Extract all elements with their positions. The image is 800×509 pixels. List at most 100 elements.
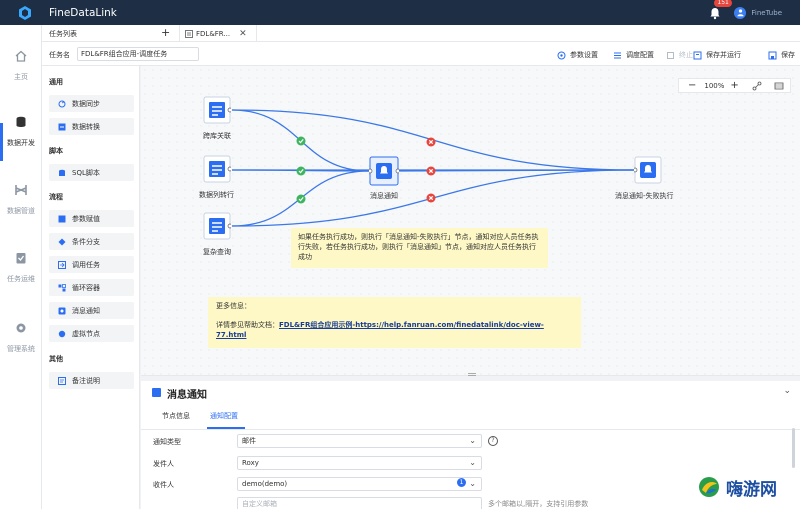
save-label: 保存 [781,51,795,59]
note-more-info[interactable]: 更多信息： 详情参见帮助文档：FDL&FR组合应用示例-https://help… [208,297,581,348]
palette-label-message-notify: 消息通知 [72,306,100,315]
branch-icon [58,238,66,245]
nav-label-home: 主页 [14,73,28,81]
sender-label: 发件人 [153,460,174,468]
nav-item-ops[interactable]: 任务运维 [0,245,42,305]
call-task-icon [58,260,66,269]
palette-group-general: 通用 [49,78,63,86]
nav-item-data-dev[interactable]: 数据开发 [0,109,42,169]
sender-select[interactable]: Roxy ⌄ [237,456,482,470]
palette-item-sql-script[interactable]: SQL脚本 [49,164,134,181]
custom-email-hint: 多个邮箱以,隔开，支持引用参数 [488,500,589,508]
save-run-icon [693,51,702,59]
palette-item-message-notify[interactable]: 消息通知 [49,302,134,319]
collapse-panel-icon[interactable]: ⌄ [783,386,791,396]
user-name[interactable]: FineTube [751,9,782,17]
splitter-grip-icon[interactable] [468,373,476,376]
nav-label-ops: 任务运维 [7,275,35,283]
task-name-bar: 任务名 FDL&FR组合应用-调度任务 参数设置 调度配置 终止 保存并运行 保… [42,42,800,66]
remark-icon [58,376,66,385]
note-flow-explanation[interactable]: 如果任务执行成功，则执行「消息通知-失败执行」节点，通知对应人员任务执行失败，若… [291,228,548,268]
chevron-down-icon: ⌄ [469,479,476,488]
nav-item-admin[interactable]: 管理系统 [0,315,42,375]
node-label-message-notify: 消息通知 [370,192,398,200]
tab-notify-config[interactable]: 通知配置 [210,411,238,421]
tab-node-info[interactable]: 节点信息 [162,411,190,421]
palette-label-loop-container: 循环容器 [72,283,100,292]
recipient-value: demo(demo) [242,480,288,488]
save-icon [768,51,777,59]
data-sync-icon [58,100,66,107]
app-title: FineDataLink [49,6,117,19]
user-avatar-icon[interactable] [734,6,747,19]
params-button[interactable]: 参数设置 [557,50,598,60]
node-label-cross-db-join: 跨库关联 [203,132,231,140]
recipient-count-badge: 1 [457,478,466,487]
palette-item-remark[interactable]: 备注说明 [49,372,134,389]
left-navigation: 主页 数据开发 数据管道 任务运维 管理系统 [0,25,42,509]
nav-item-home[interactable]: 主页 [0,43,42,103]
node-label-message-notify-fail: 消息通知-失败执行 [615,192,674,200]
notification-bell-icon[interactable]: 151 [708,0,732,20]
fail-mark-1[interactable] [426,137,436,147]
task-list-label[interactable]: 任务列表 [49,29,77,39]
tab-task[interactable]: FDL&FR... ✕ [179,25,257,42]
recipient-select[interactable]: demo(demo) ⌄ [237,477,482,491]
palette-item-condition-branch[interactable]: 条件分支 [49,233,134,250]
notify-type-select[interactable]: 邮件 ⌄ [237,434,482,448]
node-palette: 通用 数据同步 数据转换 脚本 SQL脚本 流程 参数赋值 条件分支 调用任务 … [42,66,140,509]
help-icon[interactable]: ? [488,436,498,446]
custom-email-input[interactable]: 自定义邮箱 [237,497,482,509]
node-cross-db-join[interactable] [203,96,233,124]
note-more-info-prefix: 详情参见帮助文档： [216,321,279,329]
task-name-input[interactable]: FDL&FR组合应用-调度任务 [77,47,199,61]
notify-type-value: 邮件 [242,437,256,445]
success-mark-1[interactable] [296,136,306,146]
node-column-to-row[interactable] [203,155,233,183]
gear-icon [16,323,26,333]
stop-button[interactable]: 终止 [666,50,693,60]
add-task-button[interactable]: + [161,26,170,39]
task-file-icon [185,29,193,38]
panel-scrollbar[interactable] [792,428,795,468]
palette-label-data-transform: 数据转换 [72,122,100,131]
save-button[interactable]: 保存 [768,50,795,60]
palette-item-loop-container[interactable]: 循环容器 [49,279,134,296]
nav-item-pipeline[interactable]: 数据管道 [0,177,42,237]
fail-mark-3[interactable] [426,193,436,203]
palette-group-flow: 流程 [49,193,63,201]
save-run-button[interactable]: 保存并运行 [693,50,741,60]
virtual-node-icon [58,330,66,337]
tab-close-icon[interactable]: ✕ [239,29,247,39]
node-message-notify-fail[interactable] [632,156,662,184]
palette-label-condition-branch: 条件分支 [72,237,100,246]
note-more-info-title: 更多信息： [216,302,251,310]
nav-label-admin: 管理系统 [7,345,35,353]
watermark-logo-icon [697,475,721,499]
notification-count-badge: 151 [714,0,732,7]
panel-title: 消息通知 [167,390,207,401]
success-mark-2[interactable] [296,166,306,176]
palette-item-data-transform[interactable]: 数据转换 [49,118,134,135]
schedule-button[interactable]: 调度配置 [613,50,654,60]
database-icon [16,116,26,127]
palette-item-call-task[interactable]: 调用任务 [49,256,134,273]
success-mark-3[interactable] [296,194,306,204]
palette-item-virtual-node[interactable]: 虚拟节点 [49,325,134,342]
node-complex-query[interactable] [203,212,233,240]
node-label-column-to-row: 数据列转行 [199,191,234,199]
pipeline-icon [15,185,27,195]
node-message-notify[interactable] [367,156,401,186]
sql-icon [59,169,65,176]
palette-label-sql-script: SQL脚本 [72,168,100,177]
nav-label-data-dev: 数据开发 [7,139,35,147]
nav-label-pipeline: 数据管道 [7,207,35,215]
schedule-icon [614,52,621,58]
palette-group-script: 脚本 [49,147,63,155]
ops-icon [16,253,26,264]
watermark-text: 嗨游网 [726,479,777,500]
data-transform-icon [58,123,66,130]
fail-mark-2[interactable] [426,166,436,176]
palette-item-param-assign[interactable]: 参数赋值 [49,210,134,227]
palette-item-data-sync[interactable]: 数据同步 [49,95,134,112]
